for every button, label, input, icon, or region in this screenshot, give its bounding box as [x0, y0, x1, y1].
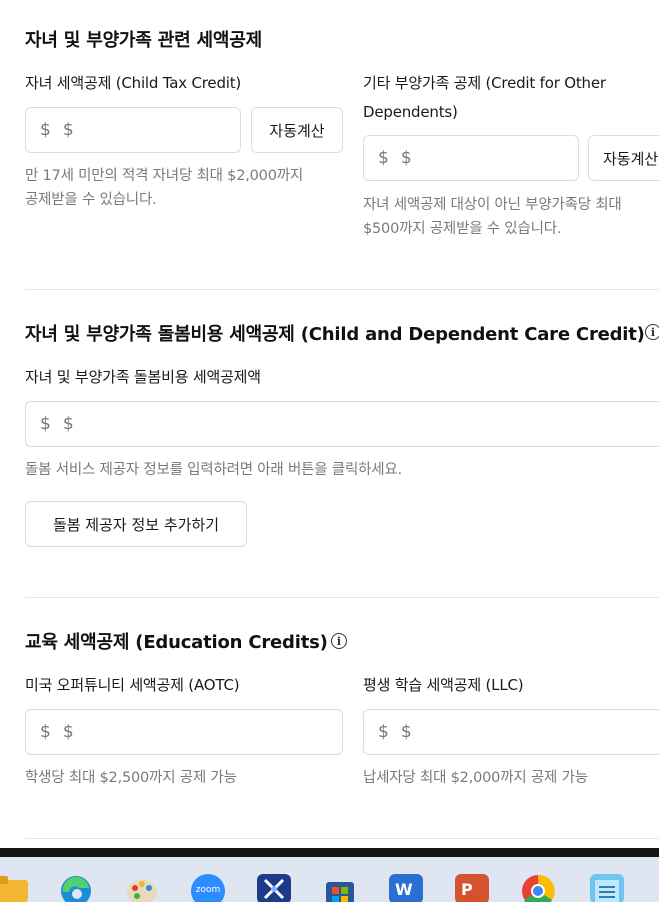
other-dependents-label-line1: 기타 부양가족 공제 (Credit for Other: [363, 74, 606, 92]
other-dependents-label-line2: Dependents): [363, 103, 458, 121]
add-care-provider-button[interactable]: 돌봄 제공자 정보 추가하기: [25, 501, 247, 547]
child-tax-credit-input[interactable]: $: [25, 107, 241, 153]
care-credit-label: 자녀 및 부양가족 돌봄비용 세액공제액: [25, 368, 261, 386]
section-title-child-credits: 자녀 및 부양가족 관련 세액공제: [25, 30, 262, 51]
child-tax-credit-help-line1: 만 17세 미만의 적격 자녀당 최대 $2,000까지: [25, 168, 304, 184]
other-dependents-label: 기타 부양가족 공제 (Credit for Other Dependents): [363, 69, 659, 127]
child-tax-credit-label: 자녀 세액공제 (Child Tax Credit): [25, 74, 242, 92]
llc-label: 평생 학습 세액공제 (LLC): [363, 676, 524, 694]
powerpoint-icon[interactable]: P: [455, 874, 489, 902]
aotc-help: 학생당 최대 $2,500까지 공제 가능: [25, 770, 237, 786]
other-dependents-input[interactable]: $: [363, 135, 579, 181]
currency-symbol: $: [378, 722, 389, 742]
aotc-field[interactable]: [62, 722, 183, 742]
child-tax-credit-field[interactable]: [62, 120, 183, 140]
word-label: W: [395, 880, 413, 899]
zoom-icon[interactable]: zoom: [191, 874, 225, 902]
child-tax-credit-help: 만 17세 미만의 적격 자녀당 최대 $2,000까지 공제받을 수 있습니다…: [25, 164, 345, 212]
llc-help: 납세자당 최대 $2,000까지 공제 가능: [363, 770, 588, 786]
currency-symbol: $: [40, 722, 51, 742]
taskbar-edge: [0, 848, 659, 857]
currency-symbol: $: [378, 148, 389, 168]
llc-field[interactable]: [400, 722, 521, 742]
zoom-label: zoom: [195, 885, 221, 895]
folder-icon[interactable]: [0, 876, 28, 902]
care-credit-help: 돌봄 서비스 제공자 정보를 입력하려면 아래 버튼을 클릭하세요.: [25, 462, 402, 478]
info-icon[interactable]: i: [645, 324, 659, 340]
section-divider: [25, 597, 659, 598]
notepad-icon[interactable]: [590, 874, 624, 902]
child-tax-credit-auto-calc-button[interactable]: 자동계산: [251, 107, 343, 153]
chrome-icon[interactable]: [521, 874, 555, 902]
care-credit-field[interactable]: [62, 414, 183, 434]
powerpoint-label: P: [461, 880, 473, 899]
section-title-care-credit: 자녀 및 부양가족 돌봄비용 세액공제 (Child and Dependent…: [25, 324, 645, 345]
info-icon[interactable]: i: [331, 633, 347, 649]
edge-icon[interactable]: [59, 874, 93, 902]
snipping-tool-icon[interactable]: [257, 874, 291, 902]
store-icon[interactable]: [323, 874, 357, 902]
other-dependents-help-line2: $500까지 공제받을 수 있습니다.: [363, 221, 562, 237]
taskbar: zoom W P: [0, 857, 659, 902]
section-divider: [25, 838, 659, 839]
paint-icon[interactable]: [125, 874, 159, 902]
currency-symbol: $: [40, 120, 51, 140]
other-dependents-help-line1: 자녀 세액공제 대상이 아닌 부양가족당 최대: [363, 197, 622, 213]
child-tax-credit-help-line2: 공제받을 수 있습니다.: [25, 192, 157, 208]
section-divider: [25, 289, 659, 290]
aotc-input[interactable]: $: [25, 709, 343, 755]
other-dependents-help: 자녀 세액공제 대상이 아닌 부양가족당 최대 $500까지 공제받을 수 있습…: [363, 193, 659, 241]
other-dependents-auto-calc-button[interactable]: 자동계산: [588, 135, 659, 181]
aotc-label: 미국 오퍼튜니티 세액공제 (AOTC): [25, 676, 240, 694]
tax-credits-page: 자녀 및 부양가족 관련 세액공제 자녀 세액공제 (Child Tax Cre…: [0, 0, 659, 902]
other-dependents-field[interactable]: [400, 148, 521, 168]
llc-input[interactable]: $: [363, 709, 659, 755]
care-credit-input[interactable]: $: [25, 401, 659, 447]
section-title-education-credits: 교육 세액공제 (Education Credits): [25, 632, 328, 653]
currency-symbol: $: [40, 414, 51, 434]
word-icon[interactable]: W: [389, 874, 423, 902]
